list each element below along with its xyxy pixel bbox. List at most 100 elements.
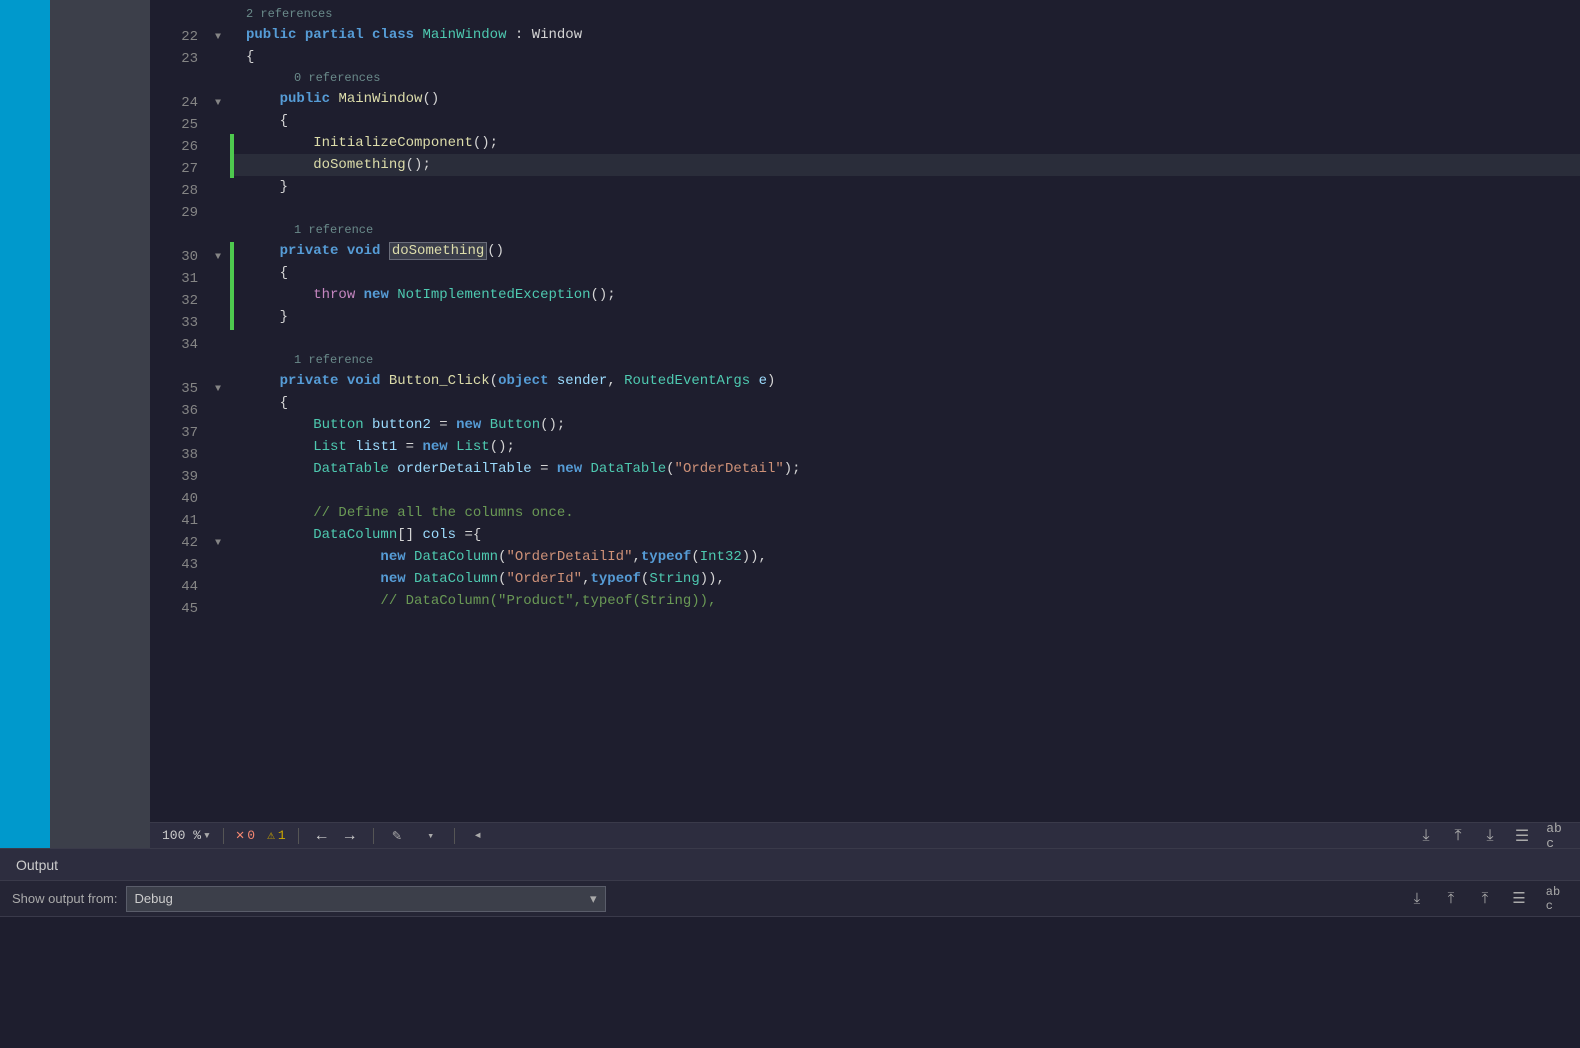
output-action-2[interactable]: ⤒ [1436, 885, 1466, 913]
output-title: Output [16, 857, 58, 873]
code-line-32: throw new NotImplementedException(); [234, 284, 1580, 306]
output-action-1[interactable]: ⤓ [1402, 885, 1432, 913]
line-num-28: 28 [150, 180, 198, 202]
zoom-dropdown-icon[interactable]: ▾ [203, 828, 211, 843]
code-line-22: public partial class MainWindow : Window [234, 24, 1580, 46]
activity-bar [50, 0, 150, 848]
line-22-content: public partial class MainWindow : Window [246, 24, 582, 46]
code-view: 22 23 24 25 26 27 28 29 30 31 32 33 34 [150, 0, 1580, 822]
error-icon: ✕ [236, 827, 244, 844]
warning-count: 1 [278, 828, 286, 843]
line-num-30: 30 [150, 246, 198, 268]
fold-38 [210, 444, 226, 466]
fold-35[interactable]: ▼ [210, 378, 226, 400]
annotation-dropdown[interactable]: ▾ [420, 825, 442, 847]
action-btn-5[interactable]: abc [1540, 825, 1568, 847]
fold-39 [210, 466, 226, 488]
scroll-left-button[interactable]: ◂ [467, 825, 489, 847]
left-sidebar [0, 0, 50, 848]
code-line-38: List list1 = new List(); [234, 436, 1580, 458]
warning-icon: ⚠ [267, 828, 275, 843]
line-31-content: { [246, 262, 288, 284]
line-ref-0 [150, 70, 198, 92]
code-line-44: new DataColumn("OrderId",typeof(String))… [234, 568, 1580, 590]
code-line-41: // Define all the columns once. [234, 502, 1580, 524]
line-num-36: 36 [150, 400, 198, 422]
fold-31 [210, 268, 226, 290]
fold-27 [210, 158, 226, 180]
ref-line-spacer [150, 4, 198, 26]
line-42-content: DataColumn[] cols ={ [246, 524, 481, 546]
code-line-26: InitializeComponent(); [234, 132, 1580, 154]
zoom-control[interactable]: 100 % ▾ [162, 828, 211, 843]
action-btn-3[interactable]: ⤓ [1476, 825, 1504, 847]
line-39-content: DataTable orderDetailTable = new DataTab… [246, 458, 801, 480]
fold-45 [210, 598, 226, 620]
fold-36 [210, 400, 226, 422]
back-button[interactable]: ← [311, 825, 333, 847]
fold-42[interactable]: ▼ [210, 532, 226, 554]
action-btn-1[interactable]: ⤓ [1412, 825, 1440, 847]
fold-41 [210, 510, 226, 532]
output-source-chevron: ▾ [590, 891, 597, 907]
code-line-25: { [234, 110, 1580, 132]
error-count: 0 [247, 828, 255, 843]
code-line-40 [234, 480, 1580, 502]
fold-34 [210, 334, 226, 356]
fold-40 [210, 488, 226, 510]
line-30-content: private void doSomething() [246, 240, 504, 262]
fold-28 [210, 180, 226, 202]
action-btn-2[interactable]: ⤒ [1444, 825, 1472, 847]
code-line-42: DataColumn[] cols ={ [234, 524, 1580, 546]
divider-2 [298, 828, 299, 844]
fold-ref0 [210, 70, 226, 92]
line-45-content: // DataColumn("Product",typeof(String)), [246, 590, 716, 612]
forward-button[interactable]: → [339, 825, 361, 847]
line-num-42: 42 [150, 532, 198, 554]
output-action-4[interactable]: ☰ [1504, 885, 1534, 913]
zoom-value: 100 % [162, 828, 201, 843]
fold-ref1 [210, 224, 226, 246]
output-header: Output [0, 849, 1580, 881]
code-line-27: doSomething(); [234, 154, 1580, 176]
code-line-45: // DataColumn("Product",typeof(String)), [234, 590, 1580, 612]
divider-3 [373, 828, 374, 844]
fold-23 [210, 48, 226, 70]
divider-1 [223, 828, 224, 844]
fold-22[interactable]: ▼ [210, 26, 226, 48]
line-28-content: } [246, 176, 288, 198]
fold-spacer [210, 4, 226, 26]
show-output-label: Show output from: [12, 891, 118, 906]
code-line-39: DataTable orderDetailTable = new DataTab… [234, 458, 1580, 480]
fold-32 [210, 290, 226, 312]
line-43-content: new DataColumn("OrderDetailId",typeof(In… [246, 546, 767, 568]
editor-content: 22 23 24 25 26 27 28 29 30 31 32 33 34 [150, 0, 1580, 822]
code-line-33: } [234, 306, 1580, 328]
code-line-28: } [234, 176, 1580, 198]
line-num-24: 24 [150, 92, 198, 114]
line-36-content: { [246, 392, 288, 414]
code-line-35: private void Button_Click(object sender,… [234, 370, 1580, 392]
output-action-3[interactable]: ⤒ [1470, 885, 1500, 913]
code-line-37: Button button2 = new Button(); [234, 414, 1580, 436]
output-action-5[interactable]: abc [1538, 885, 1568, 913]
fold-26 [210, 136, 226, 158]
nav-buttons: ← → [311, 825, 361, 847]
line-26-content: InitializeComponent(); [246, 132, 498, 154]
action-btn-4[interactable]: ☰ [1508, 825, 1536, 847]
fold-24[interactable]: ▼ [210, 92, 226, 114]
annotation-button[interactable]: ✎ [386, 825, 408, 847]
code-lines: 2 references public partial class MainWi… [234, 0, 1580, 822]
ref-line-0: 0 references [234, 68, 1580, 88]
fold-30[interactable]: ▼ [210, 246, 226, 268]
line-num-33: 33 [150, 312, 198, 334]
output-source-dropdown[interactable]: Debug ▾ [126, 886, 606, 912]
line-44-content: new DataColumn("OrderId",typeof(String))… [246, 568, 725, 590]
ref-line-1: 1 reference [234, 220, 1580, 240]
code-line-30: private void doSomething() [234, 240, 1580, 262]
line-num-45: 45 [150, 598, 198, 620]
line-num-37: 37 [150, 422, 198, 444]
line-num-27: 27 [150, 158, 198, 180]
editor-area: 22 23 24 25 26 27 28 29 30 31 32 33 34 [150, 0, 1580, 848]
line-23-content: { [246, 46, 254, 68]
